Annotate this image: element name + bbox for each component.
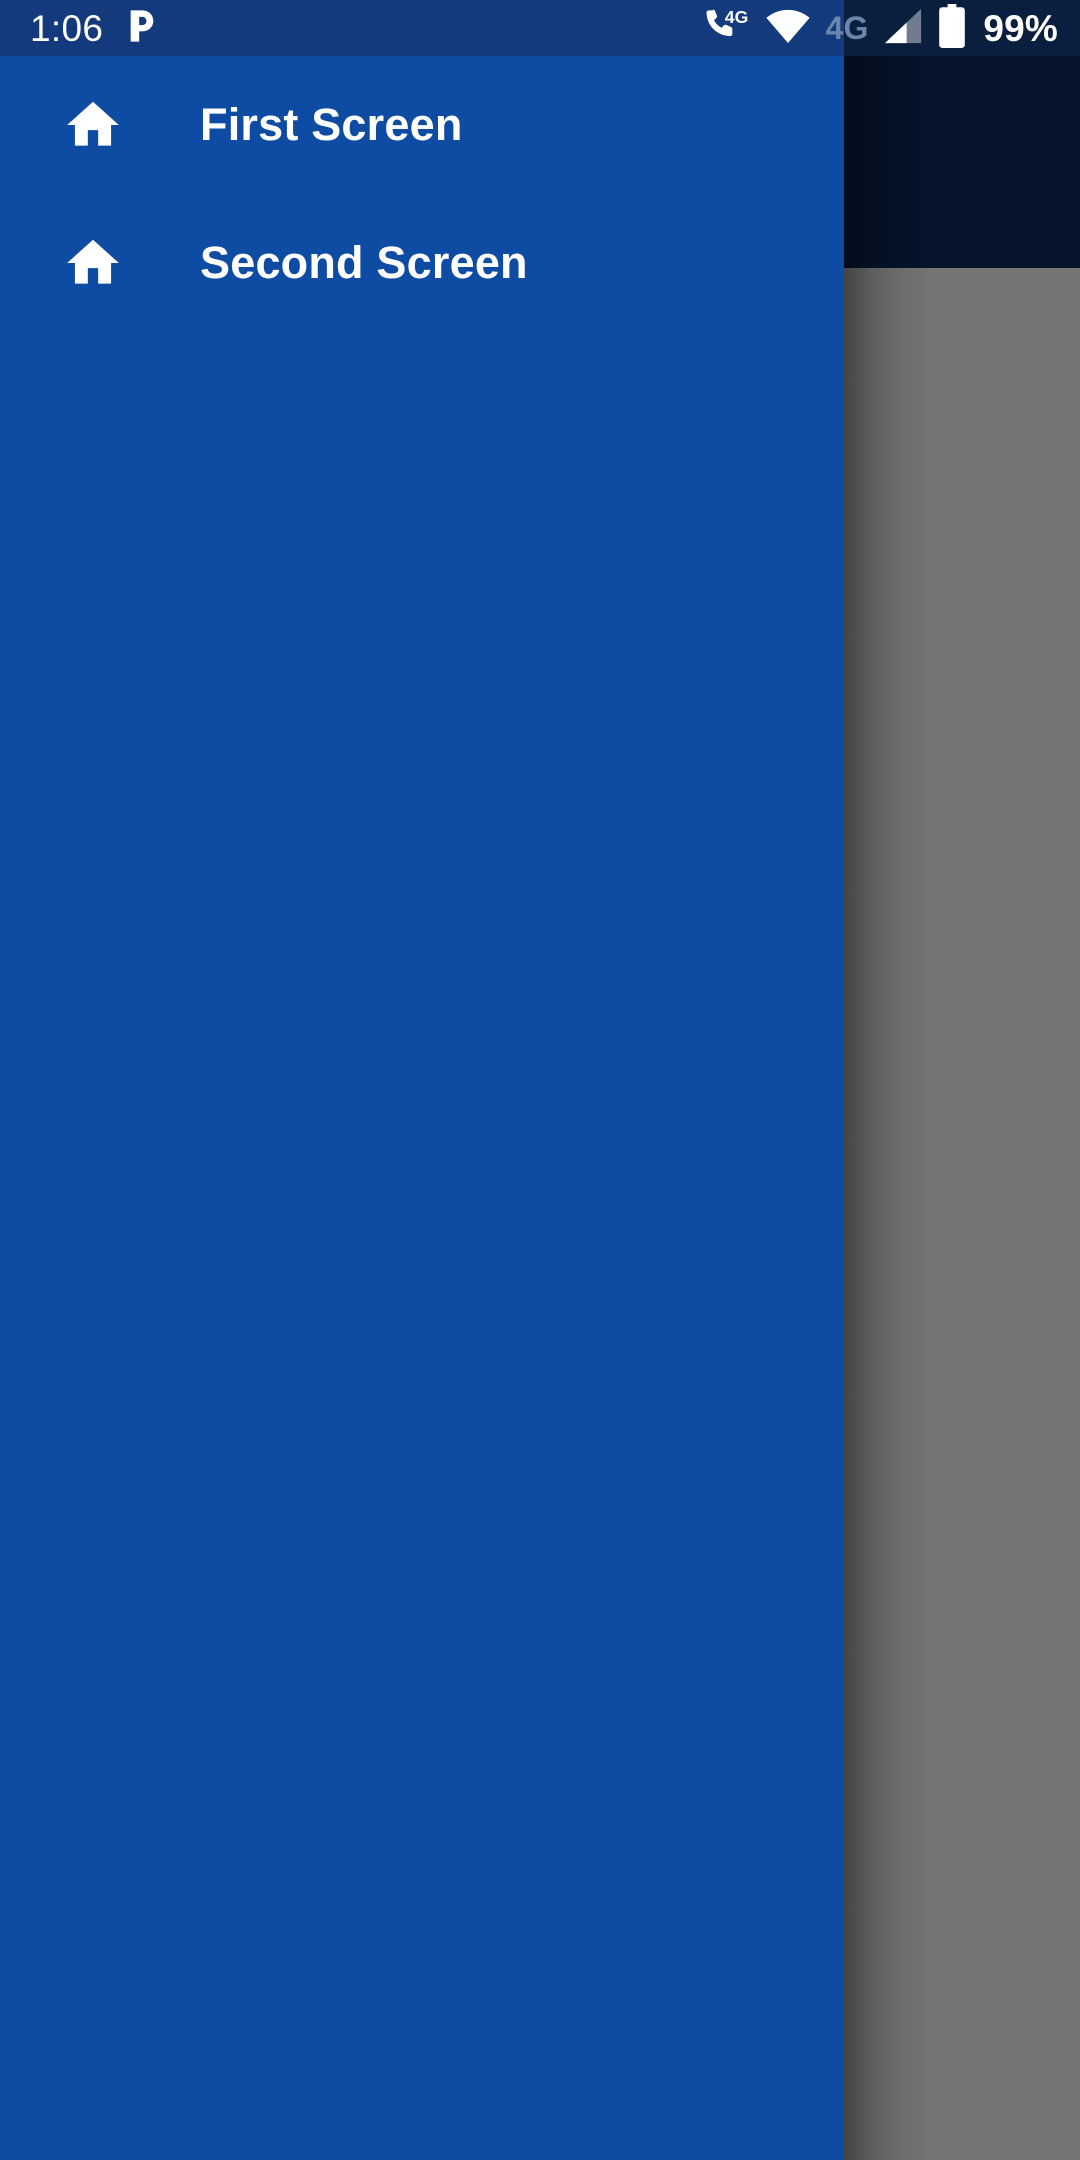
home-icon [62, 232, 124, 294]
status-bar-content: 1:06 4G 4G 99% [0, 0, 1080, 56]
phone-call-4g-icon: 4G [704, 6, 752, 51]
status-bar-clock: 1:06 [30, 7, 104, 49]
drawer-item-list: First Screen Second Screen [0, 56, 844, 332]
phone-screen: een… First Screen Secon [0, 0, 1080, 2160]
battery-charging-icon [938, 3, 966, 53]
status-bar: 1:06 4G 4G 99% [0, 0, 1080, 56]
svg-text:4G: 4G [724, 6, 747, 26]
cellular-signal-icon [883, 7, 925, 50]
navigation-drawer: First Screen Second Screen [0, 0, 844, 2160]
status-bar-right-group: 4G 4G 99% [704, 3, 1058, 53]
drawer-item-second-screen[interactable]: Second Screen [0, 194, 844, 332]
home-icon [62, 94, 124, 156]
pandora-p-icon [125, 7, 159, 50]
drawer-item-label: Second Screen [200, 237, 528, 288]
mobile-data-4g-label: 4G [825, 10, 869, 46]
battery-percentage-label: 99% [983, 7, 1058, 49]
status-bar-left-group: 1:06 [30, 7, 159, 50]
drawer-item-label: First Screen [200, 99, 463, 150]
drawer-item-first-screen[interactable]: First Screen [0, 56, 844, 194]
wifi-icon [765, 8, 811, 49]
